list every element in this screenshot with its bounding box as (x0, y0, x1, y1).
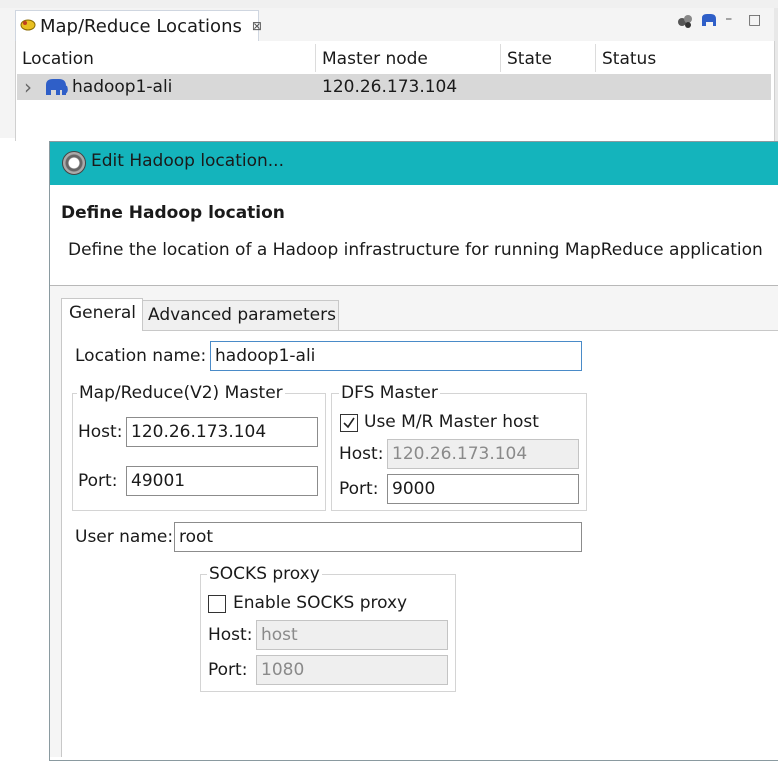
elephant-icon[interactable] (700, 12, 718, 32)
tab-map-reduce-locations[interactable]: Map/Reduce Locations ⊠ (15, 10, 262, 41)
socks-host-field: host (256, 620, 448, 650)
location-name-label: Location name: (75, 346, 207, 366)
dfs-host-field: 120.26.173.104 (387, 439, 579, 469)
dfs-port-label: Port: (339, 479, 379, 499)
mapreduce-view-icon (20, 16, 36, 36)
mr-master-legend: Map/Reduce(V2) Master (77, 383, 285, 403)
mr-host-field[interactable]: 120.26.173.104 (126, 417, 318, 447)
mr-port-label: Port: (78, 471, 118, 491)
column-header-master-node[interactable]: Master node (322, 46, 428, 72)
new-location-icon[interactable] (676, 12, 694, 32)
user-name-label: User name: (75, 527, 174, 547)
column-header-location[interactable]: Location (22, 46, 94, 72)
column-divider[interactable] (595, 44, 596, 72)
view-tab-title: Map/Reduce Locations (40, 15, 242, 37)
socks-port-field: 1080 (256, 655, 448, 685)
close-icon[interactable]: ⊠ (252, 19, 262, 33)
socks-port-label: Port: (208, 660, 248, 680)
enable-socks-checkbox[interactable] (208, 595, 226, 613)
mr-host-label: Host: (78, 422, 123, 442)
dialog-header-title: Define Hadoop location (61, 203, 285, 223)
socks-host-label: Host: (208, 625, 253, 645)
use-mr-host-label[interactable]: Use M/R Master host (364, 412, 539, 432)
use-mr-host-checkbox[interactable] (340, 414, 358, 432)
location-name-field[interactable]: hadoop1-ali (210, 341, 582, 371)
elephant-location-icon (44, 77, 68, 103)
row-location: hadoop1-ali (72, 77, 173, 97)
dfs-master-legend: DFS Master (339, 383, 440, 403)
maximize-icon[interactable]: □ (748, 12, 761, 32)
column-header-status[interactable]: Status (602, 46, 656, 72)
enable-socks-label[interactable]: Enable SOCKS proxy (233, 593, 407, 613)
expand-chevron-icon[interactable]: › (24, 74, 32, 100)
gear-icon (62, 151, 86, 175)
tab-advanced-parameters[interactable]: Advanced parameters (142, 300, 339, 330)
socks-proxy-legend: SOCKS proxy (207, 564, 322, 584)
tab-general[interactable]: General (61, 298, 143, 331)
dfs-port-field[interactable]: 9000 (387, 474, 579, 504)
dialog-title: Edit Hadoop location... (91, 151, 284, 171)
column-divider[interactable] (315, 44, 316, 72)
dialog-header-description: Define the location of a Hadoop infrastr… (68, 240, 763, 260)
minimize-icon[interactable]: ⎯ (726, 12, 732, 32)
mr-port-field[interactable]: 49001 (126, 466, 318, 496)
column-divider[interactable] (500, 44, 501, 72)
dfs-host-label: Host: (339, 444, 384, 464)
column-header-state[interactable]: State (507, 46, 552, 72)
user-name-field[interactable]: root (174, 522, 582, 552)
row-master-node: 120.26.173.104 (322, 77, 458, 97)
